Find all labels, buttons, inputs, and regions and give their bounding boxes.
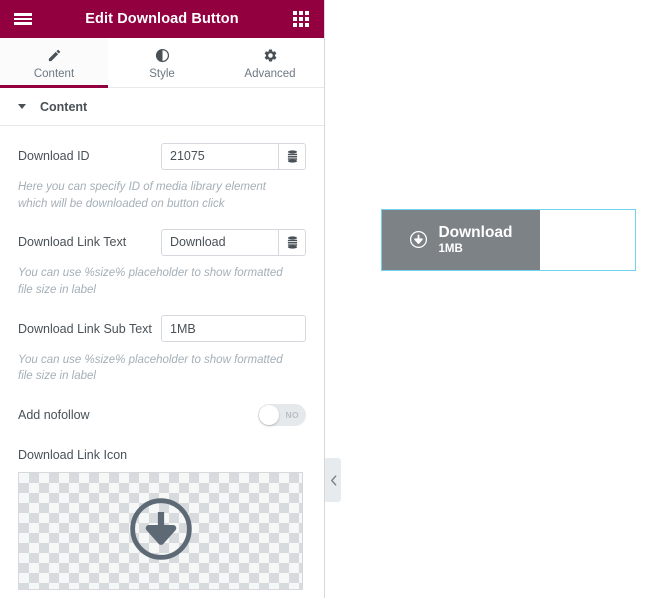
tab-advanced-label: Advanced — [244, 67, 296, 80]
toggle-state-label: NO — [285, 410, 299, 421]
settings-panel: Edit Download Button Content Style Advan… — [0, 0, 325, 598]
download-link-text-label: Download Link Text — [18, 235, 127, 250]
hamburger-icon[interactable] — [12, 8, 34, 30]
grid-cell — [305, 17, 309, 21]
grid-cell — [305, 11, 309, 15]
field-row-download-link-sub-text: Download Link Sub Text — [18, 315, 306, 343]
editor-window: Edit Download Button Content Style Advan… — [0, 0, 651, 598]
grid-cell — [293, 11, 297, 15]
chevron-left-icon — [330, 474, 336, 486]
gear-icon — [263, 48, 278, 64]
section-title: Content — [40, 99, 88, 114]
tab-advanced[interactable]: Advanced — [216, 38, 324, 87]
field-row-add-nofollow: Add nofollow NO — [18, 401, 306, 429]
add-nofollow-label: Add nofollow — [18, 408, 90, 423]
grid-cell — [305, 23, 309, 27]
download-link-icon-label: Download Link Icon — [18, 448, 128, 463]
download-button[interactable]: Download 1MB — [382, 210, 540, 270]
field-row-download-link-text: Download Link Text — [18, 228, 306, 256]
field-row-download-id: Download ID — [18, 142, 306, 170]
download-id-input[interactable] — [162, 143, 278, 169]
pencil-icon — [47, 48, 62, 64]
download-circle-arrow-icon — [409, 230, 428, 249]
download-circle-arrow-icon — [127, 495, 195, 568]
download-id-input-wrap — [161, 142, 306, 170]
add-nofollow-toggle[interactable]: NO — [258, 404, 306, 427]
grid-cell — [299, 11, 303, 15]
download-link-text-hint: You can use %size% placeholder to show f… — [18, 267, 283, 297]
panel-title: Edit Download Button — [85, 11, 239, 27]
caret-down-icon — [18, 104, 26, 109]
toggle-knob — [259, 405, 279, 426]
grid-apps-icon[interactable] — [290, 8, 312, 30]
grid-cell — [293, 23, 297, 27]
media-library-icon[interactable] — [278, 143, 305, 169]
panel-tabs: Content Style Advanced — [0, 38, 324, 88]
panel-collapse-handle[interactable] — [325, 458, 341, 502]
grid-cell — [293, 17, 297, 21]
hamburger-bar — [14, 13, 32, 16]
section-header-content[interactable]: Content — [0, 88, 324, 126]
tab-style-label: Style — [149, 67, 175, 80]
tab-content[interactable]: Content — [0, 38, 108, 88]
widget-selection-outline[interactable]: Download 1MB — [381, 209, 636, 271]
download-link-sub-text-input[interactable] — [162, 316, 305, 342]
tab-content-label: Content — [33, 67, 75, 80]
tab-style[interactable]: Style — [108, 38, 216, 87]
media-library-icon[interactable] — [278, 229, 305, 255]
controls-container: Download ID Here you can specify ID — [0, 142, 324, 591]
download-button-main-text: Download — [438, 223, 513, 241]
grid-cell — [299, 17, 303, 21]
hamburger-bar — [14, 22, 32, 25]
download-button-sub-text: 1MB — [438, 243, 463, 256]
grid-cell — [299, 23, 303, 27]
contrast-icon — [155, 48, 170, 64]
download-link-sub-text-input-wrap — [161, 315, 306, 343]
download-link-text-input[interactable] — [162, 229, 278, 255]
download-link-icon-preview[interactable] — [18, 472, 303, 591]
download-link-sub-text-hint: You can use %size% placeholder to show f… — [18, 353, 283, 383]
download-id-label: Download ID — [18, 149, 90, 163]
hamburger-bar — [14, 17, 32, 21]
download-link-sub-text-label: Download Link Sub Text — [18, 321, 152, 336]
preview-canvas: Download 1MB — [326, 0, 651, 598]
download-link-text-input-wrap — [161, 228, 306, 256]
download-id-hint: Here you can specify ID of media library… — [18, 181, 266, 210]
panel-header: Edit Download Button — [0, 0, 324, 38]
